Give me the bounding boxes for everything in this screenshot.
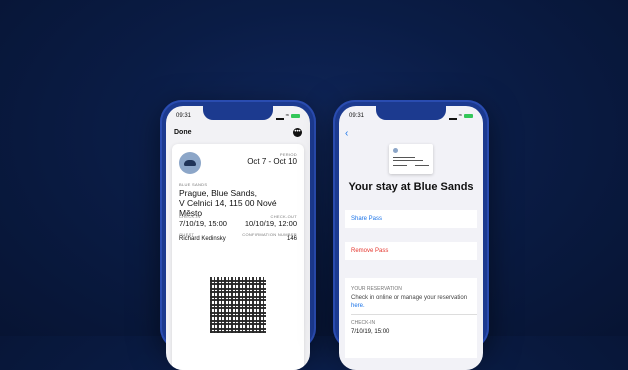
confirmation-value: 146 [286,236,297,242]
checkin-value: 7/10/19, 15:00 [179,219,227,228]
done-button[interactable]: Done [174,129,192,136]
guest-value: Richard Kedinsky [179,236,226,242]
wifi-icon: ≈ [285,113,289,119]
remove-pass-button[interactable]: Remove Pass [345,242,477,260]
mini-logo [393,148,398,153]
reservation-section: YOUR RESERVATION Check in online or mana… [345,278,477,358]
phone-right: 09:31 ≈ ‹ Your stay at Blue Sands Share … [333,100,489,370]
page-title: Your stay at Blue Sands [348,181,474,193]
period-value: Oct 7 - Oct 10 [247,157,297,166]
battery-icon [464,114,473,118]
ellipsis-icon[interactable]: ••• [293,128,302,137]
checkin-value: 7/10/19, 15:00 [351,329,390,335]
pass-thumbnail [389,144,433,174]
phone-notch [376,106,446,120]
divider [351,314,477,315]
pass-details-screen: 09:31 ≈ ‹ Your stay at Blue Sands Share … [339,106,483,370]
phone-notch [203,106,273,120]
status-time: 09:31 [349,113,365,119]
hotel-line-1: Prague, Blue Sands, [179,188,257,198]
wifi-icon: ≈ [458,113,462,119]
checkout-value: 10/10/19, 12:00 [244,219,297,228]
share-pass-button[interactable]: Share Pass [345,210,477,228]
reservation-label: YOUR RESERVATION [351,286,402,292]
qr-code [210,277,266,333]
reservation-link[interactable]: here. [351,303,365,309]
signal-icon [448,113,457,120]
battery-icon [291,114,300,118]
checkin-label: CHECK-IN [351,320,376,326]
chevron-left-icon[interactable]: ‹ [345,128,348,139]
reservation-text: Check in online or manage your reservati… [351,295,468,309]
wallet-pass-screen: 09:31 ≈ Done ••• PERIOD Oct 7 - Oct 10 B… [166,106,310,370]
bird-icon [184,160,196,166]
brand-label: BLUE SANDS [179,182,208,187]
phone-left: 09:31 ≈ Done ••• PERIOD Oct 7 - Oct 10 B… [160,100,316,370]
signal-icon [275,113,284,120]
status-time: 09:31 [176,113,192,119]
hotel-logo [179,152,201,174]
hotel-pass-card: PERIOD Oct 7 - Oct 10 BLUE SANDS Prague,… [172,144,304,370]
